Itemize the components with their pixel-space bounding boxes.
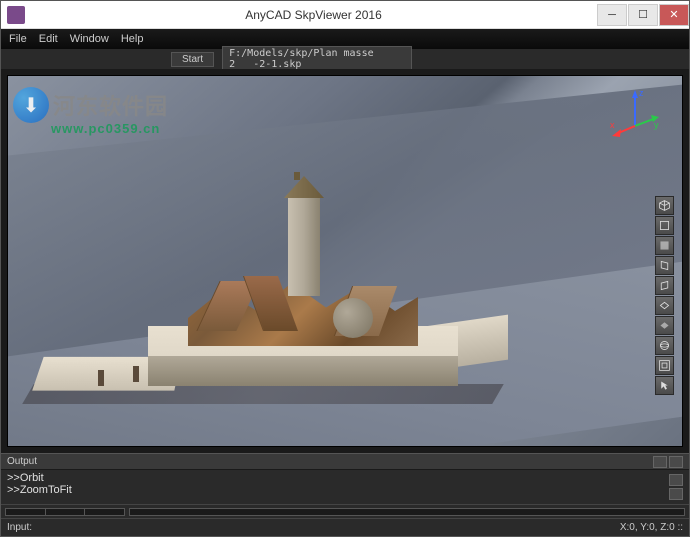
menu-file[interactable]: File [9,33,27,45]
statusbar: Input: X:0, Y:0, Z:0 :: [1,518,689,536]
window-controls: ─ ☐ ✕ [596,4,689,26]
output-body: >>Orbit >>ZoomToFit [1,470,689,504]
start-button[interactable]: Start [171,52,214,67]
view-iso-icon[interactable] [655,196,674,215]
coords-readout: X:0, Y:0, Z:0 :: [620,522,683,533]
orbit-icon[interactable] [655,336,674,355]
toolbar: Start F:/Models/skp/Plan masse 2___-2-1.… [1,49,689,69]
view-toolbar [655,196,674,395]
input-label: Input: [7,522,32,533]
view-front-icon[interactable] [655,216,674,235]
view-right-icon[interactable] [655,276,674,295]
output-line: >>ZoomToFit [7,484,669,496]
view-top-icon[interactable] [655,296,674,315]
axis-gizmo: z y x [610,88,660,138]
app-icon [7,6,25,24]
axis-y-label: y [654,120,659,130]
axis-z-label: z [639,88,644,98]
output-close-button[interactable] [669,456,683,468]
menu-window[interactable]: Window [70,33,109,45]
output-header: Output [1,454,689,470]
menu-edit[interactable]: Edit [39,33,58,45]
progress-row [1,504,689,518]
view-back-icon[interactable] [655,236,674,255]
minimize-button[interactable]: ─ [597,4,627,26]
axis-x-label: x [610,120,615,130]
output-pin-button[interactable] [653,456,667,468]
3d-viewport[interactable]: z y x [7,75,683,447]
main-window: AnyCAD SkpViewer 2016 ─ ☐ ✕ File Edit Wi… [0,0,690,537]
menu-help[interactable]: Help [121,33,144,45]
view-bottom-icon[interactable] [655,316,674,335]
fit-icon[interactable] [655,356,674,375]
output-side-button[interactable] [669,488,683,500]
titlebar: AnyCAD SkpViewer 2016 ─ ☐ ✕ [1,1,689,29]
output-title: Output [7,456,37,467]
model-building [88,226,468,426]
output-panel: Output >>Orbit >>ZoomToFit [1,453,689,504]
output-line: >>Orbit [7,472,669,484]
workspace: ⬇ 河东软件园 www.pc0359.cn [1,69,689,453]
maximize-button[interactable]: ☐ [628,4,658,26]
output-side-button[interactable] [669,474,683,486]
progress-bar-2 [129,508,685,516]
window-title: AnyCAD SkpViewer 2016 [31,8,596,22]
close-button[interactable]: ✕ [659,4,689,26]
pointer-icon[interactable] [655,376,674,395]
progress-bar-1 [5,508,125,516]
view-left-icon[interactable] [655,256,674,275]
